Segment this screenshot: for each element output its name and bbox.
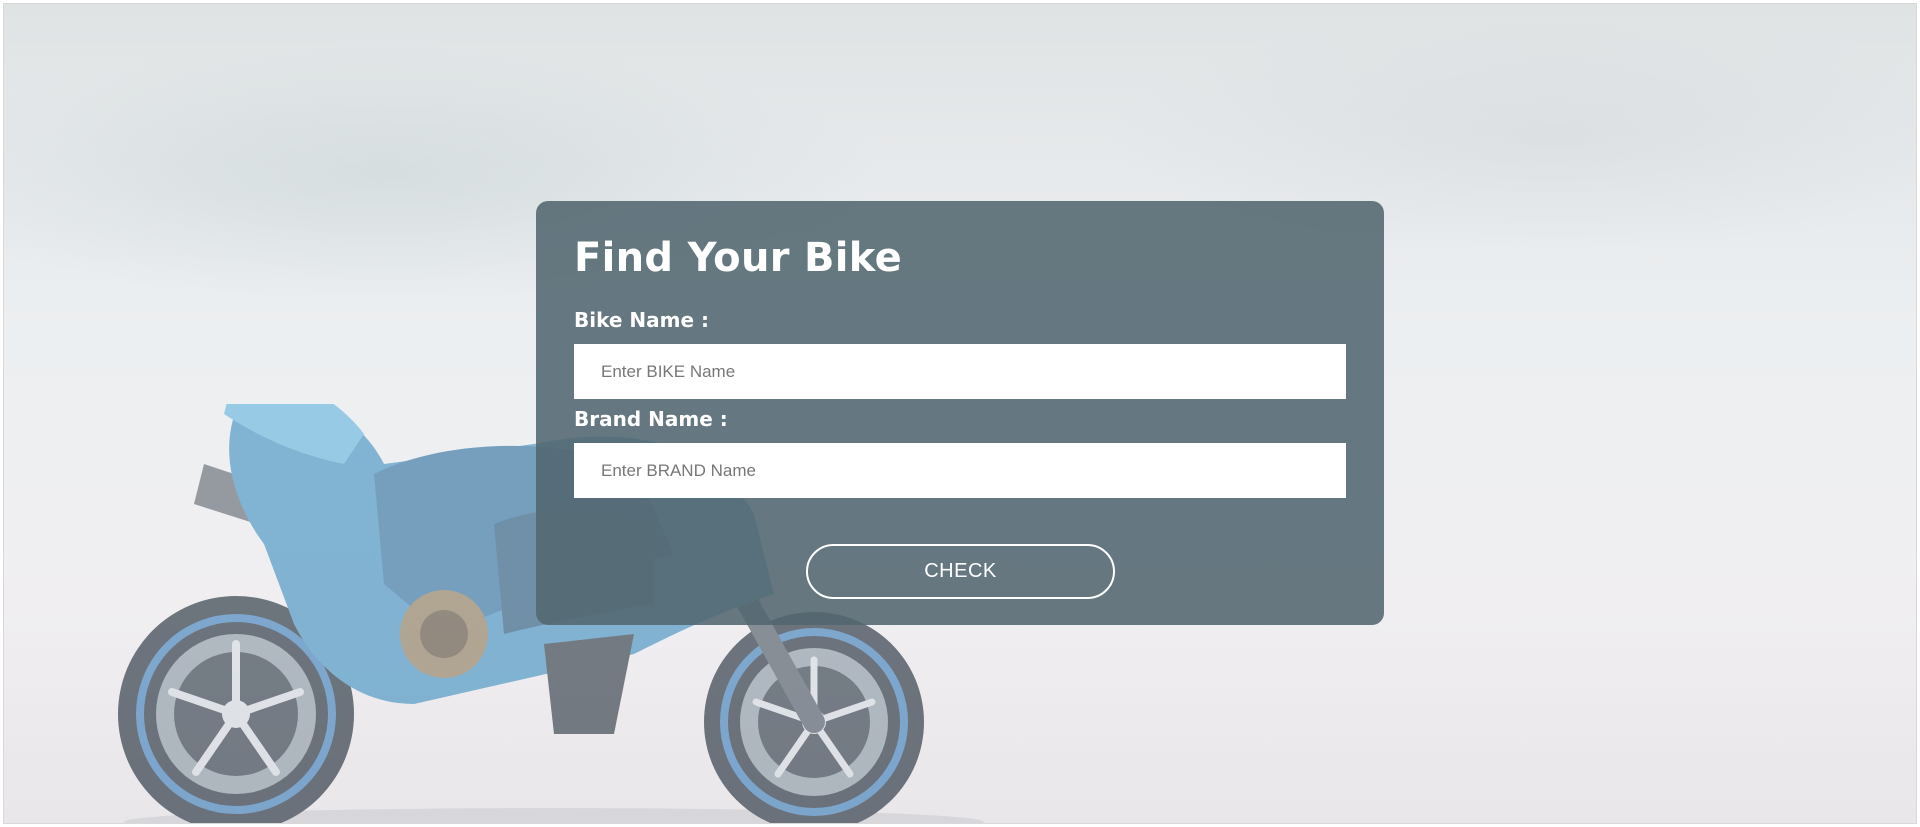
bike-name-label: Bike Name : <box>574 308 709 332</box>
check-button[interactable]: CHECK <box>806 544 1115 599</box>
brand-name-input[interactable] <box>574 443 1346 498</box>
form-title: Find Your Bike <box>574 235 903 281</box>
find-bike-form: Find Your Bike Bike Name : Brand Name : … <box>536 201 1384 625</box>
brand-name-label: Brand Name : <box>574 407 728 431</box>
bike-name-input[interactable] <box>574 344 1346 399</box>
